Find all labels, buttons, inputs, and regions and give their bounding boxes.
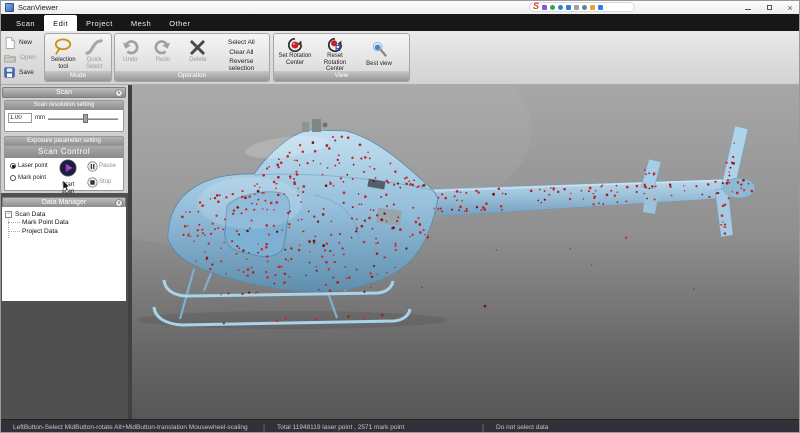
delete-button[interactable]: Delete <box>184 36 212 65</box>
start-scan-button[interactable]: Start scan <box>57 159 79 195</box>
undo-button[interactable]: Undo <box>117 36 144 65</box>
clear-all-button[interactable]: Clear All <box>220 49 263 56</box>
operation-group: Undo Redo Delete Select All Clear Al <box>114 33 270 82</box>
quick-select-button[interactable]: Quick Select <box>79 36 109 71</box>
file-buttons: New Open Save <box>4 35 46 80</box>
title-bar: ScanViewer S × <box>1 1 800 14</box>
ribbon: New Open Save Selection tool ▼ <box>1 31 800 85</box>
set-rotation-center-icon <box>287 37 303 53</box>
stop-icon <box>87 177 98 188</box>
scan-control-title: Scan Control <box>5 146 123 158</box>
minimize-button[interactable] <box>741 2 755 13</box>
selection-status: Do not select data <box>496 424 548 431</box>
best-view-icon <box>371 41 388 57</box>
status-bar: LeftButton-Select MidButton-rotate Alt+M… <box>1 419 800 433</box>
resolution-slider-handle[interactable] <box>83 114 88 123</box>
lasso-icon <box>53 37 73 57</box>
tab-project[interactable]: Project <box>77 14 122 31</box>
best-view-button[interactable]: Best view <box>356 36 402 69</box>
ime-logo-icon[interactable]: S <box>533 2 539 11</box>
scan-control-groupbox: Scan Control Laser point Mark point Star… <box>4 145 124 191</box>
input-mode-icon[interactable] <box>542 5 547 10</box>
tree-item-mark-point-data[interactable]: Mark Point Data <box>22 219 69 226</box>
account-icon[interactable] <box>582 5 587 10</box>
tab-other[interactable]: Other <box>160 14 199 31</box>
open-folder-icon <box>4 53 16 63</box>
close-button[interactable]: × <box>783 2 797 13</box>
mode-group: Selection tool ▼ Quick Select Mode <box>44 33 112 82</box>
laser-point-radio[interactable]: Laser point <box>10 163 48 169</box>
app-title: ScanViewer <box>18 3 58 12</box>
main-area: Scan ∧ Scan resolution setting mm Exposu… <box>1 85 800 419</box>
sidebar: Scan ∧ Scan resolution setting mm Exposu… <box>1 85 128 419</box>
redo-button[interactable]: Redo <box>150 36 177 65</box>
redo-icon <box>154 37 172 57</box>
app-icon <box>5 3 14 12</box>
select-all-button[interactable]: Select All <box>220 39 263 46</box>
point-totals: Total 11948119 laser point , 2571 mark p… <box>277 424 404 431</box>
new-file-icon <box>4 37 15 49</box>
pause-button[interactable]: Pause <box>87 161 116 172</box>
menu-tab-bar: Scan Edit Project Mesh Other <box>1 14 800 31</box>
pause-icon <box>87 161 98 172</box>
quick-select-icon <box>85 37 103 57</box>
tab-edit[interactable]: Edit <box>44 15 77 31</box>
data-manager-tree: − Scan Data Mark Point Data Project Data <box>2 207 126 301</box>
keyboard-icon[interactable] <box>574 5 579 10</box>
app-window: ScanViewer S × Scan Edit Project Mesh Ot… <box>0 0 800 433</box>
stop-button[interactable]: Stop <box>87 177 111 188</box>
new-button[interactable]: New <box>4 35 46 50</box>
svg-text:R: R <box>335 44 341 53</box>
save-button[interactable]: Save <box>4 65 46 80</box>
toolbox-icon[interactable] <box>598 5 603 10</box>
collapse-scan-button[interactable]: ∧ <box>115 89 123 97</box>
open-button[interactable]: Open <box>4 50 46 65</box>
scan-panel-header: Scan ∧ <box>2 87 126 98</box>
skin-icon[interactable] <box>590 5 595 10</box>
reset-rotation-center-icon: R <box>327 37 343 53</box>
resolution-input[interactable] <box>8 113 32 123</box>
mouse-hints: LeftButton-Select MidButton-rotate Alt+M… <box>13 424 248 431</box>
undo-icon <box>121 37 139 57</box>
resolution-unit: mm <box>35 115 45 121</box>
collapse-data-manager-button[interactable]: ∧ <box>115 199 123 207</box>
view-group: Set Rotation Center R Reset Rotation Cen… <box>273 33 410 82</box>
resolution-slider[interactable] <box>48 114 120 123</box>
save-disk-icon <box>4 67 15 78</box>
tab-scan[interactable]: Scan <box>7 14 44 31</box>
viewport-3d[interactable] <box>132 85 800 419</box>
voice-icon[interactable] <box>566 5 571 10</box>
resolution-title: Scan resolution setting <box>5 101 123 110</box>
tree-item-scan-data[interactable]: Scan Data <box>15 211 45 218</box>
tree-expander-icon[interactable]: − <box>5 211 12 218</box>
window-controls: × <box>741 2 797 13</box>
resolution-groupbox: Scan resolution setting mm <box>4 100 124 132</box>
ime-toolbar[interactable]: S <box>529 2 635 12</box>
reset-rotation-center-button[interactable]: R Reset Rotation Center <box>314 36 356 74</box>
tab-mesh[interactable]: Mesh <box>122 14 160 31</box>
handwriting-icon[interactable] <box>550 5 555 10</box>
start-scan-icon <box>59 159 77 177</box>
symbol-icon[interactable] <box>558 5 563 10</box>
maximize-button[interactable] <box>762 2 776 13</box>
tree-item-project-data[interactable]: Project Data <box>22 228 58 235</box>
mark-point-radio[interactable]: Mark point <box>10 175 46 181</box>
delete-x-icon <box>189 37 206 57</box>
set-rotation-center-button[interactable]: Set Rotation Center <box>276 36 314 67</box>
helicopter-model <box>132 85 800 419</box>
